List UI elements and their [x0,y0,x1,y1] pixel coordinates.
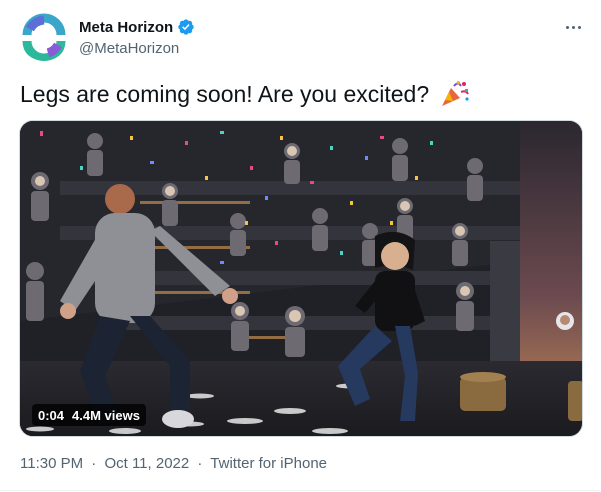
more-options-button[interactable] [561,17,585,37]
meta-separator: · [197,455,203,472]
tweet-video[interactable]: 0:04 4.4M views [19,120,583,437]
tweet-time[interactable]: 11:30 PM [20,455,83,472]
more-dot-icon [577,25,581,29]
tweet-source-link[interactable]: Twitter for iPhone [210,455,327,472]
video-duration: 0:04 [38,407,65,423]
video-thumbnail-image [20,121,582,436]
author-block: Meta Horizon @MetaHorizon [79,17,195,57]
more-dot-icon [565,25,569,29]
tweet-date[interactable]: Oct 11, 2022 [104,455,189,472]
meta-separator: · [91,455,97,472]
more-dot-icon [571,25,575,29]
party-popper-icon [441,80,469,106]
divider [0,490,601,491]
author-display-name[interactable]: Meta Horizon [79,19,173,36]
verified-badge-icon [178,19,194,35]
tweet-text-content: Legs are coming soon! Are you excited? [20,81,430,107]
author-name-row: Meta Horizon [79,17,195,37]
tweet-metadata: 11:30 PM · Oct 11, 2022 · Twitter for iP… [20,455,327,472]
video-views: 4.4M views [72,407,140,423]
tweet-text: Legs are coming soon! Are you excited? [20,79,470,108]
author-handle[interactable]: @MetaHorizon [79,40,195,57]
meta-horizon-logo-icon[interactable] [20,13,68,61]
video-stats-badge: 0:04 4.4M views [32,404,146,426]
tweet-header: Meta Horizon @MetaHorizon [20,13,585,63]
